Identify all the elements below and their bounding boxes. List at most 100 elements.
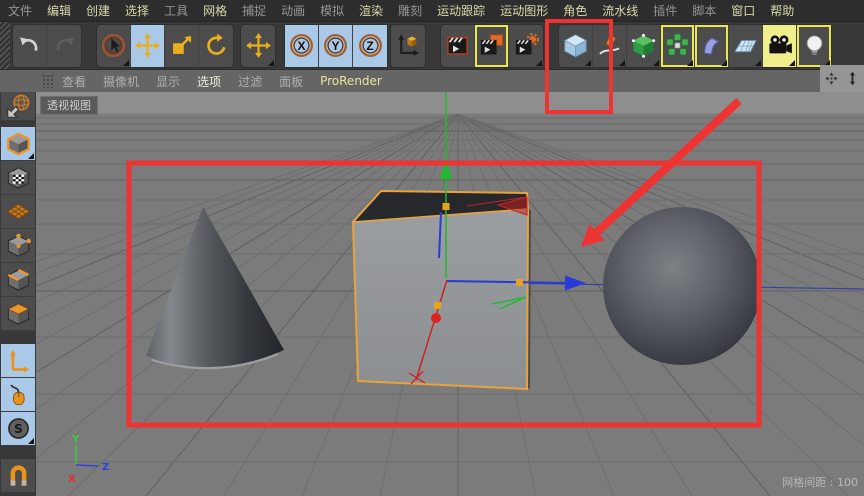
snap-icon: [5, 462, 32, 489]
snap-button[interactable]: [1, 459, 35, 493]
render-view-icon: [444, 32, 471, 59]
points-mode-icon: [5, 232, 32, 259]
soft-selection-button[interactable]: [1, 412, 35, 446]
make-editable-button[interactable]: [1, 92, 35, 121]
workplane-mode-button[interactable]: [1, 195, 35, 229]
add-cube-button[interactable]: [559, 25, 593, 67]
menu-select[interactable]: 选择: [125, 2, 149, 19]
model-mode-button[interactable]: [1, 127, 35, 161]
undo-button[interactable]: [13, 25, 47, 67]
scale-tool-button[interactable]: [165, 25, 199, 67]
redo-button[interactable]: [47, 25, 81, 67]
move-tool-button[interactable]: [131, 25, 165, 67]
toolbar-group-3: XYZ: [284, 24, 388, 68]
edges-mode-button[interactable]: [1, 263, 35, 297]
axis-ring-icon: [322, 32, 349, 59]
texture-mode-button[interactable]: [1, 161, 35, 195]
menu-motion-tracker[interactable]: 运动跟踪: [437, 2, 485, 19]
subdivision-surface-button[interactable]: [627, 25, 661, 67]
menu-render[interactable]: 渲染: [359, 2, 383, 19]
menu-help[interactable]: 帮助: [770, 2, 794, 19]
flyout-corner-icon: [755, 60, 761, 66]
menu-pipeline[interactable]: 流水线: [602, 2, 638, 19]
viewport-menu-display[interactable]: 显示: [156, 73, 180, 90]
rotate-tool-button[interactable]: [199, 25, 233, 67]
enable-axis-button[interactable]: [1, 344, 35, 378]
mograph-cloner-button[interactable]: [661, 25, 695, 67]
rotate-icon: [203, 32, 230, 59]
flyout-corner-icon: [687, 60, 693, 66]
texture-mode-icon: [5, 164, 32, 191]
flyout-corner-icon: [28, 153, 34, 159]
flyout-corner-icon: [28, 438, 34, 444]
deformer-icon: [698, 32, 725, 59]
flyout-corner-icon: [721, 60, 727, 66]
menu-tools[interactable]: 工具: [164, 2, 188, 19]
coordinate-system-button[interactable]: [391, 25, 425, 67]
menu-animate[interactable]: 动画: [281, 2, 305, 19]
render-picture-icon: [478, 32, 505, 59]
make-editable-icon: [5, 93, 32, 120]
menu-snap[interactable]: 捕捉: [242, 2, 266, 19]
last-used-tool-button[interactable]: [241, 25, 275, 67]
live-selection-icon: [100, 32, 127, 59]
pan-view-button[interactable]: [823, 70, 840, 87]
polygons-mode-button[interactable]: [1, 297, 35, 331]
menu-window[interactable]: 窗口: [731, 2, 755, 19]
live-selection-button[interactable]: [97, 25, 131, 67]
cube-icon: [562, 32, 589, 59]
axis-ring-icon: [288, 32, 315, 59]
cube-object[interactable]: [353, 191, 531, 389]
flyout-corner-icon: [789, 60, 795, 66]
viewport-menu-view[interactable]: 查看: [62, 73, 86, 90]
menu-mograph[interactable]: 运动图形: [500, 2, 548, 19]
cone-object[interactable]: [146, 207, 284, 368]
light-button[interactable]: [797, 25, 831, 67]
sphere-object[interactable]: [603, 207, 761, 365]
sky-band: [36, 92, 864, 114]
enable-axis-icon: [5, 347, 32, 374]
menu-script[interactable]: 脚本: [692, 2, 716, 19]
nav-pan-icon: [823, 70, 840, 87]
polygons-mode-icon: [5, 300, 32, 327]
menu-edit[interactable]: 编辑: [47, 2, 71, 19]
points-mode-button[interactable]: [1, 229, 35, 263]
render-view-button[interactable]: [441, 25, 475, 67]
menu-simulate[interactable]: 模拟: [320, 2, 344, 19]
render-settings-button[interactable]: [509, 25, 543, 67]
viewport-menu-items: 查看摄像机显示选项过滤面板 ProRender: [62, 73, 399, 90]
pen-spline-button[interactable]: [593, 25, 627, 67]
viewport[interactable]: 透视视图 网格间距 : 100 Y Z X: [36, 92, 864, 496]
toolbar-grip[interactable]: [0, 22, 10, 69]
viewport-menu-prorender[interactable]: ProRender: [320, 74, 382, 88]
viewport-menu-options[interactable]: 选项: [197, 73, 221, 90]
tweak-mode-button[interactable]: [1, 378, 35, 412]
menu-plugins[interactable]: 插件: [653, 2, 677, 19]
viewport-menu-grip[interactable]: [42, 74, 54, 88]
zoom-view-button[interactable]: [844, 70, 861, 87]
viewport-menu-filter[interactable]: 过滤: [238, 73, 262, 90]
floor-icon: [732, 32, 759, 59]
deformer-button[interactable]: [695, 25, 729, 67]
z-axis-lock-button[interactable]: Z: [353, 25, 387, 67]
y-axis-lock-button[interactable]: Y: [319, 25, 353, 67]
viewport-menu-panel[interactable]: 面板: [279, 73, 303, 90]
sds-icon: [630, 32, 657, 59]
light-icon: [801, 32, 828, 59]
viewport-canvas[interactable]: [36, 92, 864, 496]
camera-icon: [766, 32, 793, 59]
world-axis-gizmo: Y Z X: [60, 432, 140, 492]
workplane-mode-icon: [5, 198, 32, 225]
camera-button[interactable]: [763, 25, 797, 67]
x-axis-lock-button[interactable]: X: [285, 25, 319, 67]
menu-mesh[interactable]: 网格: [203, 2, 227, 19]
menu-create[interactable]: 创建: [86, 2, 110, 19]
viewport-menu-cameras[interactable]: 摄像机: [103, 73, 139, 90]
menu-file[interactable]: 文件: [8, 2, 32, 19]
menu-sculpt[interactable]: 雕刻: [398, 2, 422, 19]
floor-button[interactable]: [729, 25, 763, 67]
grid-spacing-status: 网格间距 : 100: [782, 474, 858, 490]
nav-zoom-icon: [844, 70, 861, 87]
render-picture-viewer-button[interactable]: [475, 25, 509, 67]
menu-character[interactable]: 角色: [563, 2, 587, 19]
